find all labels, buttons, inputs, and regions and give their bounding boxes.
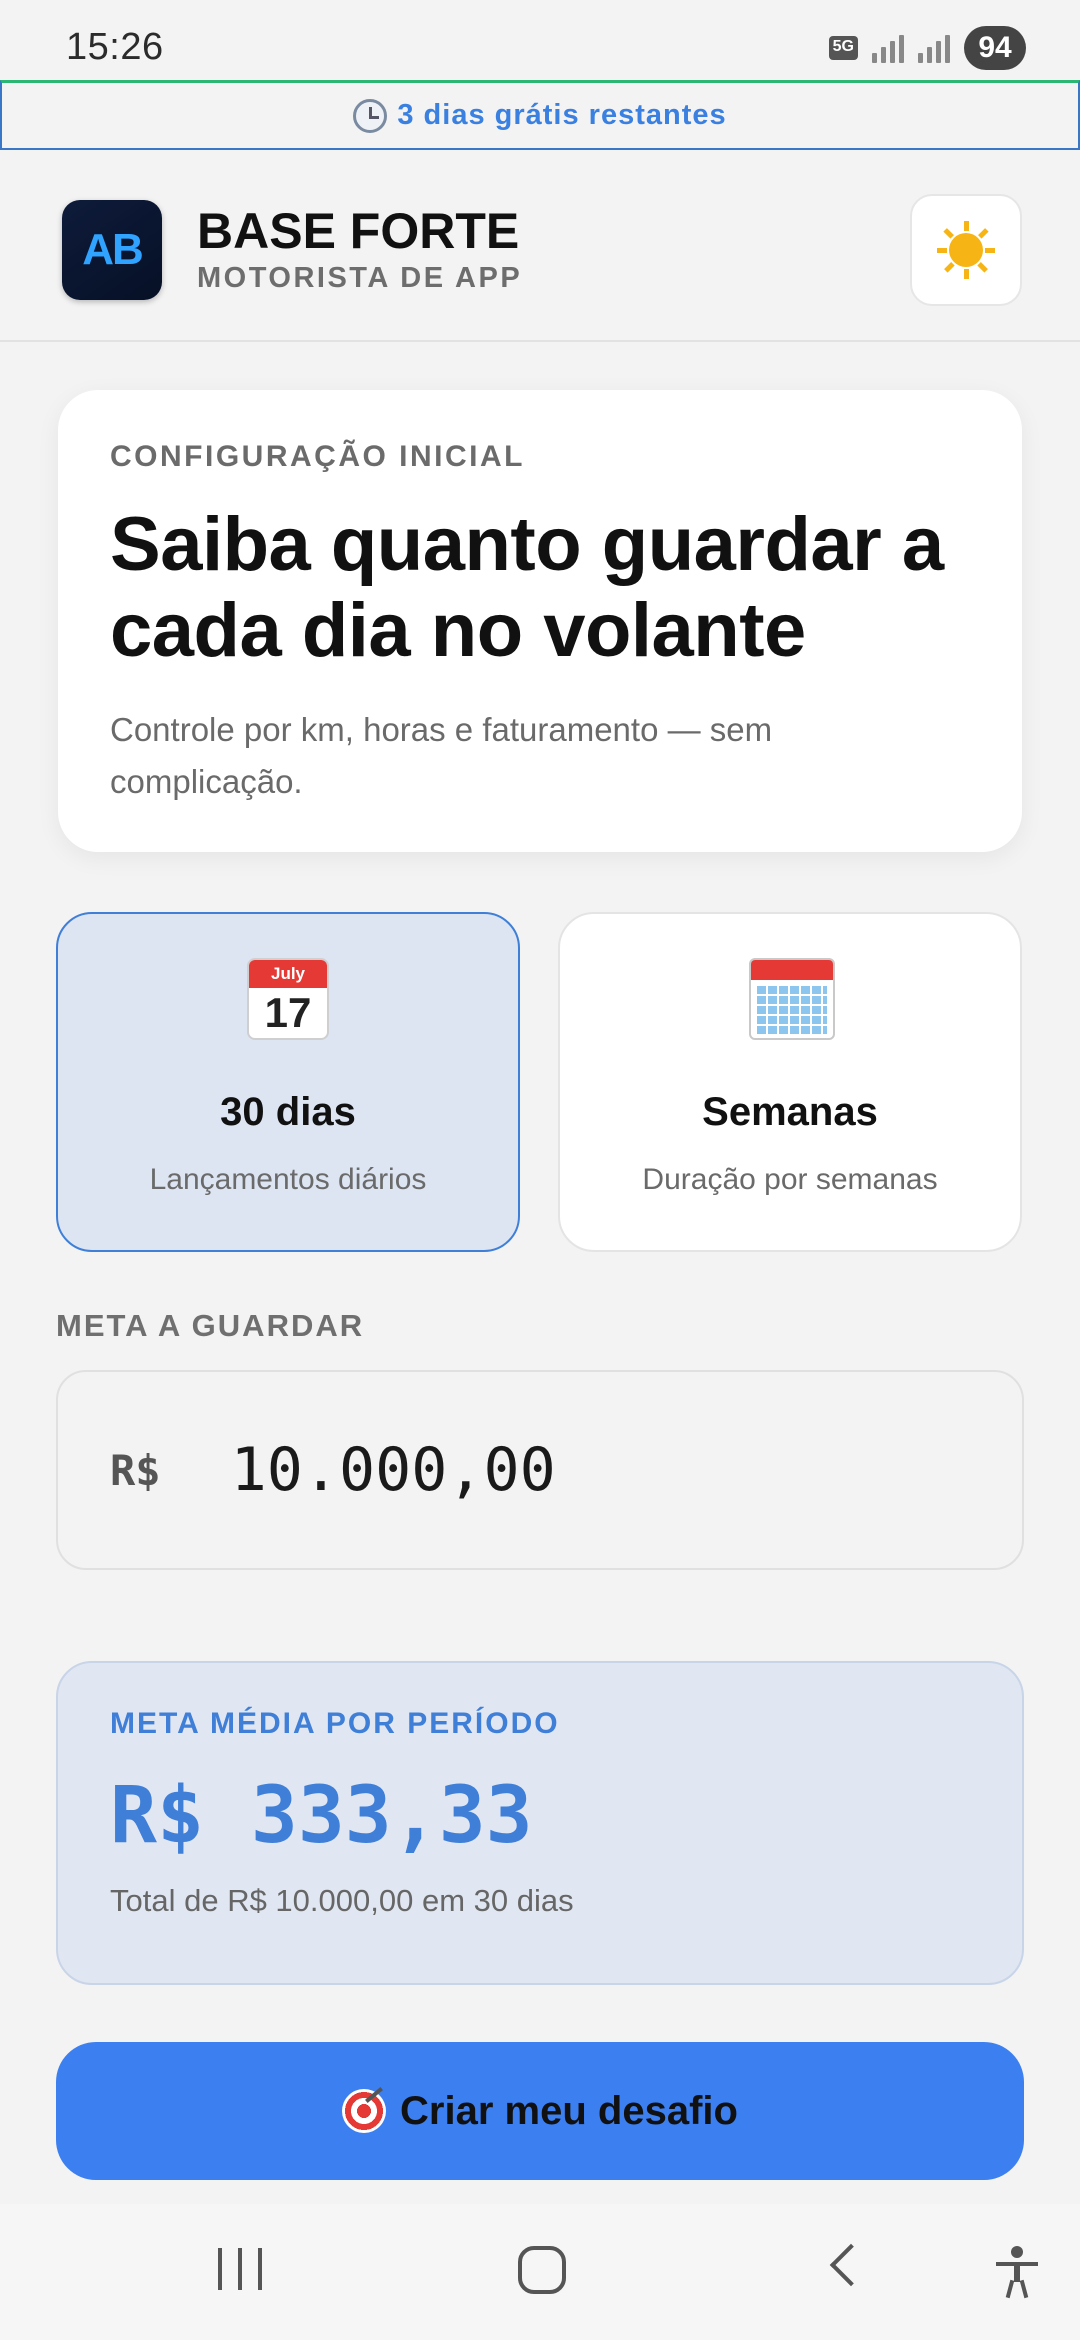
recent-apps-icon[interactable] <box>218 2248 262 2290</box>
target-icon <box>342 2089 387 2133</box>
cta-label: Criar meu desafio <box>400 2088 738 2133</box>
clock-icon <box>353 98 388 133</box>
brand-title: BASE FORTE <box>197 203 520 259</box>
goal-amount-input[interactable]: R$ 10.000,00 <box>56 1370 1024 1570</box>
accessibility-icon[interactable] <box>994 2246 1040 2299</box>
app-logo: AB <box>62 200 162 300</box>
battery-icon: 94 <box>964 26 1026 70</box>
summary-title: META MÉDIA POR PERÍODO <box>110 1707 560 1740</box>
average-goal-card: META MÉDIA POR PERÍODO R$ 333,33 Total d… <box>56 1661 1024 1985</box>
summary-note: Total de R$ 10.000,00 em 30 dias <box>110 1883 574 1918</box>
mode-sublabel: Lançamentos diários <box>149 1163 427 1196</box>
calendar-month: July <box>249 960 327 988</box>
sun-icon <box>937 221 995 279</box>
home-icon[interactable] <box>518 2246 566 2294</box>
mode-label: 30 dias <box>220 1090 356 1134</box>
brand-subtitle: MOTORISTA DE APP <box>197 262 523 294</box>
create-challenge-button[interactable]: Criar meu desafio <box>56 2042 1024 2180</box>
system-nav-bar <box>0 2204 1080 2340</box>
signal-icon <box>872 33 904 63</box>
mode-option-30-dias[interactable]: July 17 30 dias Lançamentos diários <box>56 912 520 1252</box>
status-time: 15:26 <box>66 26 164 68</box>
calendar-grid-icon <box>749 958 835 1040</box>
network-5g-icon: 5G <box>828 36 858 60</box>
calendar-day-icon: July 17 <box>247 958 329 1040</box>
intro-headline: Saiba quanto guardar a cada dia no volan… <box>110 502 944 673</box>
trial-text: 3 dias grátis restantes <box>397 99 727 131</box>
trial-banner[interactable]: 3 dias grátis restantes <box>0 80 1080 150</box>
mode-option-semanas[interactable]: Semanas Duração por semanas <box>558 912 1022 1252</box>
calendar-day: 17 <box>264 989 312 1036</box>
goal-amount-value[interactable]: 10.000,00 <box>231 1435 556 1505</box>
back-icon[interactable] <box>829 2243 873 2287</box>
intro-eyebrow: CONFIGURAÇÃO INICIAL <box>110 440 525 473</box>
mode-sublabel: Duração por semanas <box>642 1163 938 1196</box>
summary-value: R$ 333,33 <box>110 1771 533 1861</box>
theme-toggle-button[interactable] <box>910 194 1022 306</box>
app-header: AB BASE FORTE MOTORISTA DE APP <box>0 150 1080 342</box>
currency-prefix: R$ <box>110 1445 161 1495</box>
mode-label: Semanas <box>702 1090 878 1134</box>
status-icons: 5G 94 <box>828 26 1026 70</box>
signal-icon-2 <box>918 33 950 63</box>
logo-text: AB <box>82 225 144 274</box>
intro-card: CONFIGURAÇÃO INICIAL Saiba quanto guarda… <box>58 390 1022 852</box>
status-bar: 15:26 5G 94 <box>0 0 1080 80</box>
goal-label: META A GUARDAR <box>56 1308 365 1343</box>
intro-description: Controle por km, horas e faturamento — s… <box>110 711 773 800</box>
